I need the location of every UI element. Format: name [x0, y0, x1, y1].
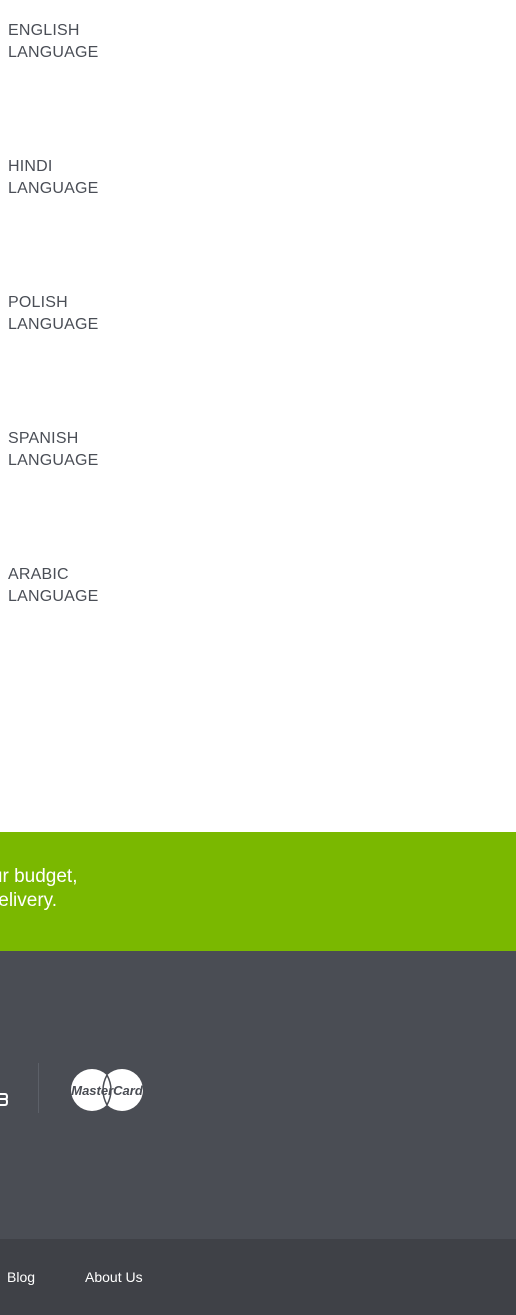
language-item-arabic[interactable]: ARABIC LANGUAGE — [8, 564, 208, 608]
language-item-english[interactable]: ENGLISH LANGUAGE — [8, 20, 208, 64]
language-name: ARABIC — [8, 566, 69, 583]
language-item-hindi[interactable]: HINDI LANGUAGE — [8, 156, 208, 200]
language-label: LANGUAGE — [8, 44, 99, 61]
language-name: HINDI — [8, 158, 53, 175]
language-name: POLISH — [8, 294, 68, 311]
language-label: LANGUAGE — [8, 452, 99, 469]
language-name: ENGLISH — [8, 22, 80, 39]
banner-line-2: ent delivery. — [0, 890, 58, 911]
language-label: LANGUAGE — [8, 316, 99, 333]
footer-link-about-us[interactable]: About Us — [85, 1268, 143, 1286]
banner-text: n your budget, ent delivery. — [0, 865, 77, 913]
language-label: LANGUAGE — [8, 180, 99, 197]
mastercard-wordmark: MasterCard — [71, 1083, 144, 1098]
promo-banner: n your budget, ent delivery. — [0, 832, 516, 951]
footer-nav: Blog About Us — [0, 1239, 516, 1315]
language-list: ENGLISH LANGUAGE HINDI LANGUAGE POLISH L… — [0, 0, 516, 832]
partial-payment-logo-icon — [0, 1075, 9, 1106]
language-item-polish[interactable]: POLISH LANGUAGE — [8, 292, 208, 336]
payment-methods: MasterCard — [0, 951, 516, 1239]
footer-link-blog[interactable]: Blog — [7, 1268, 35, 1286]
payment-divider — [38, 1063, 39, 1113]
language-label: LANGUAGE — [8, 588, 99, 605]
language-name: SPANISH — [8, 430, 79, 447]
language-item-spanish[interactable]: SPANISH LANGUAGE — [8, 428, 208, 472]
mastercard-logo-icon: MasterCard — [70, 1068, 144, 1112]
banner-line-1: n your budget, — [0, 866, 78, 887]
